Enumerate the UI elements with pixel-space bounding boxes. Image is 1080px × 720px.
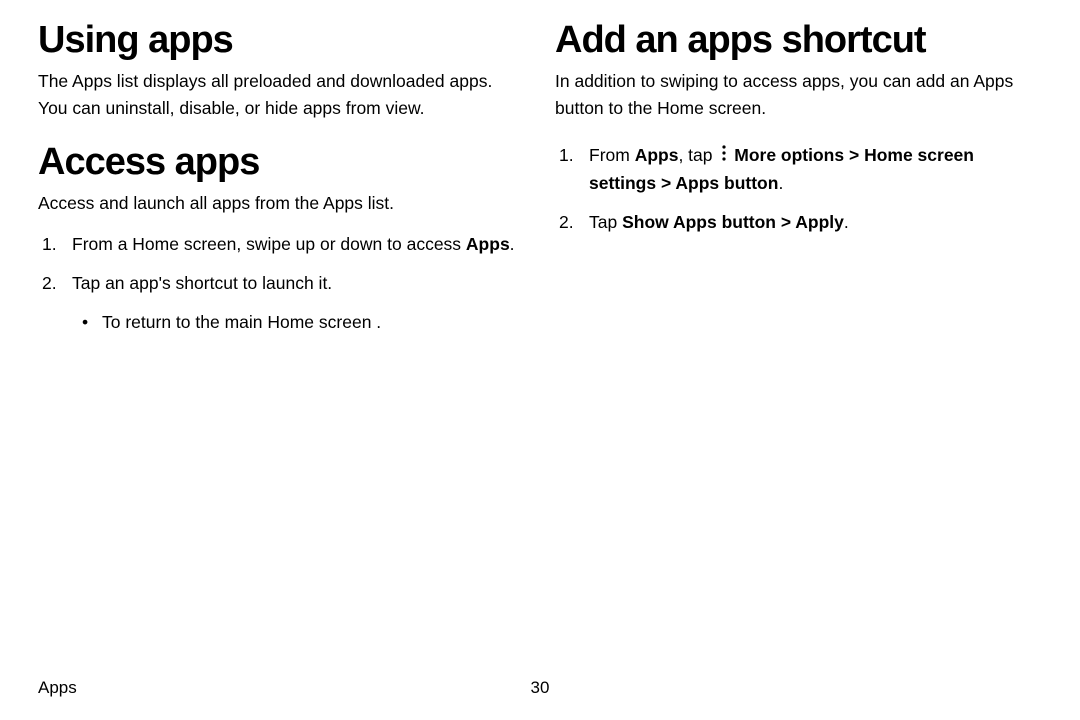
- shortcut-step-2: Tap Show Apps button > Apply.: [581, 209, 1042, 236]
- left-column: Using apps The Apps list displays all pr…: [38, 20, 525, 348]
- footer-page-number: 30: [531, 678, 550, 698]
- bold-apps: Apps: [635, 145, 679, 165]
- access-step-2: Tap an app's shortcut to launch it. To r…: [64, 270, 525, 336]
- page-content: Using apps The Apps list displays all pr…: [0, 0, 1080, 348]
- more-options-icon: [721, 142, 727, 169]
- text: .: [844, 212, 849, 232]
- bold-apps: Apps: [466, 234, 510, 254]
- access-substeps: To return to the main Home screen .: [72, 309, 525, 336]
- bold-apply: Apply: [795, 212, 844, 232]
- access-step-1: From a Home screen, swipe up or down to …: [64, 231, 525, 258]
- text: .: [510, 234, 515, 254]
- access-bullet-1: To return to the main Home screen .: [96, 309, 525, 336]
- heading-access-apps: Access apps: [38, 142, 525, 184]
- text: >: [844, 145, 864, 165]
- text: >: [656, 173, 675, 193]
- text: Tap: [589, 212, 622, 232]
- bold-apps-button: Apps button: [675, 173, 778, 193]
- right-column: Add an apps shortcut In addition to swip…: [555, 20, 1042, 348]
- text: , tap: [678, 145, 717, 165]
- access-apps-lead: Access and launch all apps from the Apps…: [38, 190, 525, 217]
- bold-show-apps-button: Show Apps button: [622, 212, 776, 232]
- text: .: [778, 173, 783, 193]
- shortcut-step-1: From Apps, tap More options > Home scree…: [581, 142, 1042, 197]
- heading-add-shortcut: Add an apps shortcut: [555, 20, 1042, 62]
- access-apps-steps: From a Home screen, swipe up or down to …: [38, 231, 525, 336]
- text: From: [589, 145, 635, 165]
- text: Tap an app's shortcut to launch it.: [72, 273, 332, 293]
- bold-more-options: More options: [734, 145, 844, 165]
- add-shortcut-steps: From Apps, tap More options > Home scree…: [555, 142, 1042, 236]
- text: >: [776, 212, 795, 232]
- text: From a Home screen, swipe up or down to …: [72, 234, 466, 254]
- using-apps-intro: The Apps list displays all preloaded and…: [38, 68, 525, 122]
- heading-using-apps: Using apps: [38, 20, 525, 62]
- add-shortcut-intro: In addition to swiping to access apps, y…: [555, 68, 1042, 122]
